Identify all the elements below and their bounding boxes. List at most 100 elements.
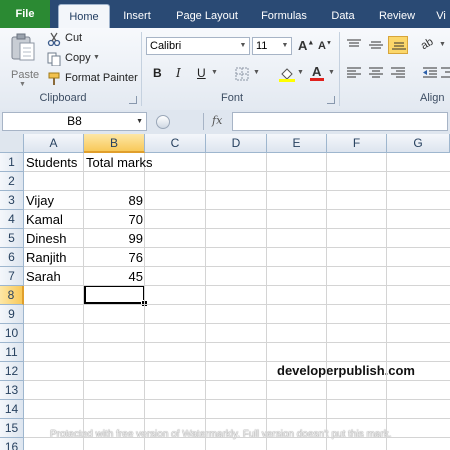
font-launcher-icon[interactable] <box>327 96 335 104</box>
row-header-13[interactable]: 13 <box>0 381 24 400</box>
row-header-14[interactable]: 14 <box>0 400 24 419</box>
grow-font-button[interactable]: A▲ <box>296 37 314 55</box>
row-header-10[interactable]: 10 <box>0 324 24 343</box>
cell-b6[interactable]: 76 <box>84 248 145 267</box>
tab-file[interactable]: File <box>0 0 50 28</box>
gridline <box>266 153 267 450</box>
row-header-6[interactable]: 6 <box>0 248 24 267</box>
formula-input[interactable] <box>232 112 448 131</box>
font-size-select[interactable]: 11 ▼ <box>252 37 292 55</box>
font-group-label: Font <box>220 92 243 104</box>
bold-button[interactable]: B <box>148 64 166 82</box>
formula-bar-handle[interactable] <box>156 115 170 129</box>
underline-label: U <box>197 66 206 80</box>
chevron-down-icon: ▼ <box>19 81 26 88</box>
bold-label: B <box>153 66 162 80</box>
chevron-down-icon: ▼ <box>328 69 335 76</box>
underline-button[interactable]: U ▼ <box>192 64 222 82</box>
chevron-down-icon[interactable]: ▼ <box>136 113 143 130</box>
row-header-16[interactable]: 16 <box>0 438 24 450</box>
copy-dropdown-icon[interactable]: ▼ <box>93 54 100 61</box>
gridline <box>24 399 450 400</box>
align-right-button[interactable] <box>388 64 406 82</box>
active-cell-outline[interactable] <box>84 285 145 304</box>
row-header-8[interactable]: 8 <box>0 286 24 305</box>
cell-b1[interactable]: Total marks <box>84 153 204 172</box>
italic-button[interactable]: I <box>170 64 188 82</box>
name-box-value: B8 <box>67 114 82 128</box>
decrease-indent-icon <box>423 67 437 78</box>
cut-label: Cut <box>65 32 83 44</box>
column-header-e[interactable]: E <box>267 134 327 153</box>
shrink-font-button[interactable]: A▼ <box>316 37 332 55</box>
tab-page-layout[interactable]: Page Layout <box>168 4 246 28</box>
select-all-button[interactable] <box>0 134 24 153</box>
align-bottom-icon <box>392 42 406 50</box>
row-header-2[interactable]: 2 <box>0 172 24 191</box>
chevron-down-icon: ▼ <box>281 42 289 49</box>
gridline <box>205 153 206 450</box>
align-bottom-button[interactable] <box>388 36 408 54</box>
paste-button[interactable]: Paste ▼ <box>4 30 40 88</box>
clipboard-group-label: Clipboard <box>39 92 87 104</box>
align-middle-button[interactable] <box>366 36 384 54</box>
font-color-swatch <box>310 78 324 81</box>
font-color-button[interactable]: A ▼ <box>308 64 338 82</box>
row-header-7[interactable]: 7 <box>0 267 24 286</box>
paste-label: Paste <box>11 69 40 81</box>
column-header-d[interactable]: D <box>206 134 267 153</box>
row-header-12[interactable]: 12 <box>0 362 24 381</box>
shrink-font-icon: A▼ <box>318 40 332 52</box>
ribbon-tab-bar: File Home Insert Page Layout Formulas Da… <box>0 0 450 29</box>
decrease-indent-button[interactable] <box>420 64 438 82</box>
borders-button[interactable]: ▼ <box>232 64 266 82</box>
column-header-b[interactable]: B <box>84 134 145 153</box>
borders-icon <box>235 67 249 81</box>
italic-label: I <box>176 66 181 80</box>
formula-bar: B8 ▼ fx <box>0 110 450 135</box>
alignment-group-label: Align <box>420 92 445 104</box>
chevron-down-icon: ▼ <box>211 69 218 76</box>
row-header-1[interactable]: 1 <box>0 153 24 172</box>
tab-formulas[interactable]: Formulas <box>254 4 314 28</box>
insert-function-icon[interactable]: fx <box>212 114 222 127</box>
format-painter-button[interactable]: Format Painter <box>46 70 138 88</box>
font-name-select[interactable]: Calibri ▼ <box>146 37 250 55</box>
cell-b7[interactable]: 45 <box>84 267 145 286</box>
chevron-down-icon: ▼ <box>297 69 304 76</box>
column-header-f[interactable]: F <box>327 134 387 153</box>
row-header-3[interactable]: 3 <box>0 191 24 210</box>
column-header-g[interactable]: G <box>387 134 450 153</box>
row-header-5[interactable]: 5 <box>0 229 24 248</box>
tab-review[interactable]: Review <box>372 4 422 28</box>
align-top-button[interactable] <box>344 36 362 54</box>
tab-insert[interactable]: Insert <box>114 4 160 28</box>
increase-indent-button[interactable] <box>440 64 450 82</box>
tab-home[interactable]: Home <box>58 4 110 29</box>
clipboard-launcher-icon[interactable] <box>129 96 137 104</box>
column-header-a[interactable]: A <box>24 134 84 153</box>
orientation-button[interactable]: ab ▼ <box>418 36 448 54</box>
name-box[interactable]: B8 ▼ <box>2 112 147 131</box>
tab-view[interactable]: Vi <box>430 4 450 28</box>
cell-b4[interactable]: 70 <box>84 210 145 229</box>
worksheet-grid[interactable]: developerpublish.com Protected with free… <box>0 134 450 450</box>
cell-b3[interactable]: 89 <box>84 191 145 210</box>
row-header-9[interactable]: 9 <box>0 305 24 324</box>
column-header-c[interactable]: C <box>145 134 206 153</box>
cut-button[interactable]: Cut <box>46 30 116 48</box>
fill-color-button[interactable]: ▼ <box>276 64 306 82</box>
align-center-button[interactable] <box>366 64 384 82</box>
row-header-4[interactable]: 4 <box>0 210 24 229</box>
cell-b5[interactable]: 99 <box>84 229 145 248</box>
row-header-15[interactable]: 15 <box>0 419 24 438</box>
align-left-button[interactable] <box>344 64 362 82</box>
tab-data[interactable]: Data <box>322 4 364 28</box>
copy-button[interactable]: Copy ▼ <box>46 50 116 68</box>
gridline <box>24 418 450 419</box>
watermark-text: Protected with free version of Watermark… <box>50 429 392 440</box>
gridline <box>386 153 387 450</box>
orientation-icon: ab <box>418 35 436 53</box>
increase-indent-icon <box>441 67 450 78</box>
row-header-11[interactable]: 11 <box>0 343 24 362</box>
